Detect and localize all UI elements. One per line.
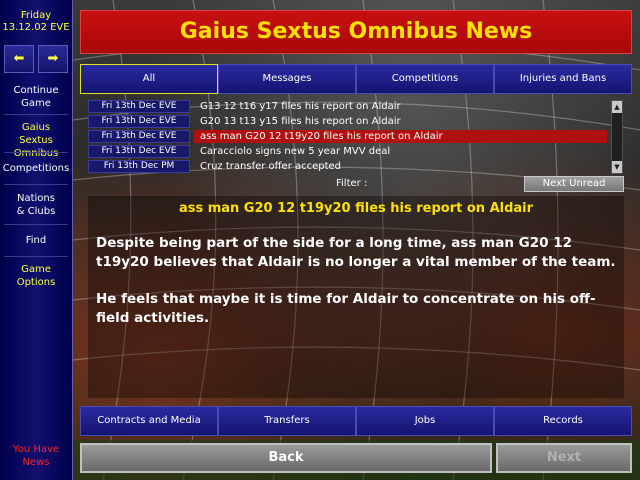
message-paragraph: Despite being part of the side for a lon…: [96, 235, 616, 270]
sidebar-divider: [4, 224, 68, 225]
message-date: Fri 13th Dec PM: [88, 160, 190, 173]
transfers-button[interactable]: Transfers: [218, 406, 356, 436]
message-title: ass man G20 12 t19y20 files his report o…: [194, 130, 607, 143]
back-button[interactable]: Back: [80, 443, 492, 473]
tab-injuries-and-bans[interactable]: Injuries and Bans: [494, 64, 632, 94]
jobs-button[interactable]: Jobs: [356, 406, 494, 436]
news-notice-label: You Have News: [12, 444, 60, 468]
page-title: Gaius Sextus Omnibus News: [80, 10, 632, 54]
news-tabs: All Messages Competitions Injuries and B…: [80, 64, 632, 94]
next-unread-button[interactable]: Next Unread: [524, 176, 624, 192]
filter-label: Filter :: [336, 178, 368, 189]
records-button[interactable]: Records: [494, 406, 632, 436]
list-item[interactable]: Fri 13th Dec PM Cruz transfer offer acce…: [88, 160, 623, 174]
sidebar-divider: [4, 256, 68, 257]
sidebar-divider: [4, 152, 68, 153]
list-item[interactable]: Fri 13th Dec EVE G13 12 t16 y17 files hi…: [88, 100, 623, 114]
sidebar-divider: [4, 184, 68, 185]
sidebar-item-label: Gaius Sextus Omnibus: [13, 122, 59, 159]
sidebar: Friday 13.12.02 EVE ⬅ ➡ Continue Game Ga…: [0, 0, 73, 480]
scroll-up-icon[interactable]: ▲: [612, 101, 622, 113]
message-date: Fri 13th Dec EVE: [88, 145, 190, 158]
message-date: Fri 13th Dec EVE: [88, 115, 190, 128]
sidebar-item-game-options[interactable]: Game Options: [0, 263, 72, 289]
message-view: ass man G20 12 t19y20 files his report o…: [88, 196, 624, 398]
current-date-value: 13.12.02 EVE: [2, 22, 70, 33]
tab-competitions[interactable]: Competitions: [356, 64, 494, 94]
sidebar-item-competitions[interactable]: Competitions: [0, 162, 72, 175]
right-arrow-icon: ➡: [47, 51, 59, 66]
sidebar-item-label: Competitions: [2, 163, 70, 174]
contracts-and-media-button[interactable]: Contracts and Media: [80, 406, 218, 436]
sidebar-item-label: Game Options: [16, 264, 56, 288]
left-arrow-icon: ⬅: [13, 51, 25, 66]
sidebar-item-nations-clubs[interactable]: Nations & Clubs: [0, 192, 72, 218]
message-date: Fri 13th Dec EVE: [88, 130, 190, 143]
sidebar-item-continue-game[interactable]: Continue Game: [0, 84, 72, 110]
message-paragraph: He feels that maybe it is time for Aldai…: [96, 291, 596, 326]
sidebar-item-label: Find: [25, 235, 47, 246]
message-title: G20 13 t13 y15 files his report on Aldai…: [200, 116, 401, 127]
current-day: Friday: [20, 10, 52, 21]
news-notice[interactable]: You Have News: [0, 443, 72, 469]
message-title: Caracciolo signs new 5 year MVV deal: [200, 146, 391, 157]
back-arrow-button[interactable]: ⬅: [4, 45, 34, 73]
list-item[interactable]: Fri 13th Dec EVE G20 13 t13 y15 files hi…: [88, 115, 623, 129]
message-list: Fri 13th Dec EVE G13 12 t16 y17 files hi…: [88, 100, 623, 174]
message-title: Cruz transfer offer accepted: [200, 161, 342, 172]
current-date: Friday 13.12.02 EVE: [0, 10, 72, 34]
forward-arrow-button[interactable]: ➡: [38, 45, 68, 73]
scroll-down-icon[interactable]: ▼: [612, 161, 622, 173]
bottom-menu: Contracts and Media Transfers Jobs Recor…: [80, 406, 632, 436]
sidebar-item-gaius-sextus-omnibus[interactable]: Gaius Sextus Omnibus: [0, 121, 72, 160]
sidebar-divider: [4, 114, 68, 115]
sidebar-item-find[interactable]: Find: [0, 234, 72, 247]
list-item-selected[interactable]: Fri 13th Dec EVE ass man G20 12 t19y20 f…: [88, 130, 623, 144]
message-date: Fri 13th Dec EVE: [88, 100, 190, 113]
tab-all[interactable]: All: [80, 64, 218, 94]
sidebar-item-label: Continue Game: [13, 85, 59, 109]
message-subject: ass man G20 12 t19y20 files his report o…: [178, 201, 534, 216]
next-button[interactable]: Next: [496, 443, 632, 473]
sidebar-item-label: Nations & Clubs: [16, 193, 56, 217]
message-title: G13 12 t16 y17 files his report on Aldai…: [200, 101, 401, 112]
tab-messages[interactable]: Messages: [218, 64, 356, 94]
list-item[interactable]: Fri 13th Dec EVE Caracciolo signs new 5 …: [88, 145, 623, 159]
message-list-scrollbar[interactable]: ▲ ▼: [611, 100, 623, 174]
